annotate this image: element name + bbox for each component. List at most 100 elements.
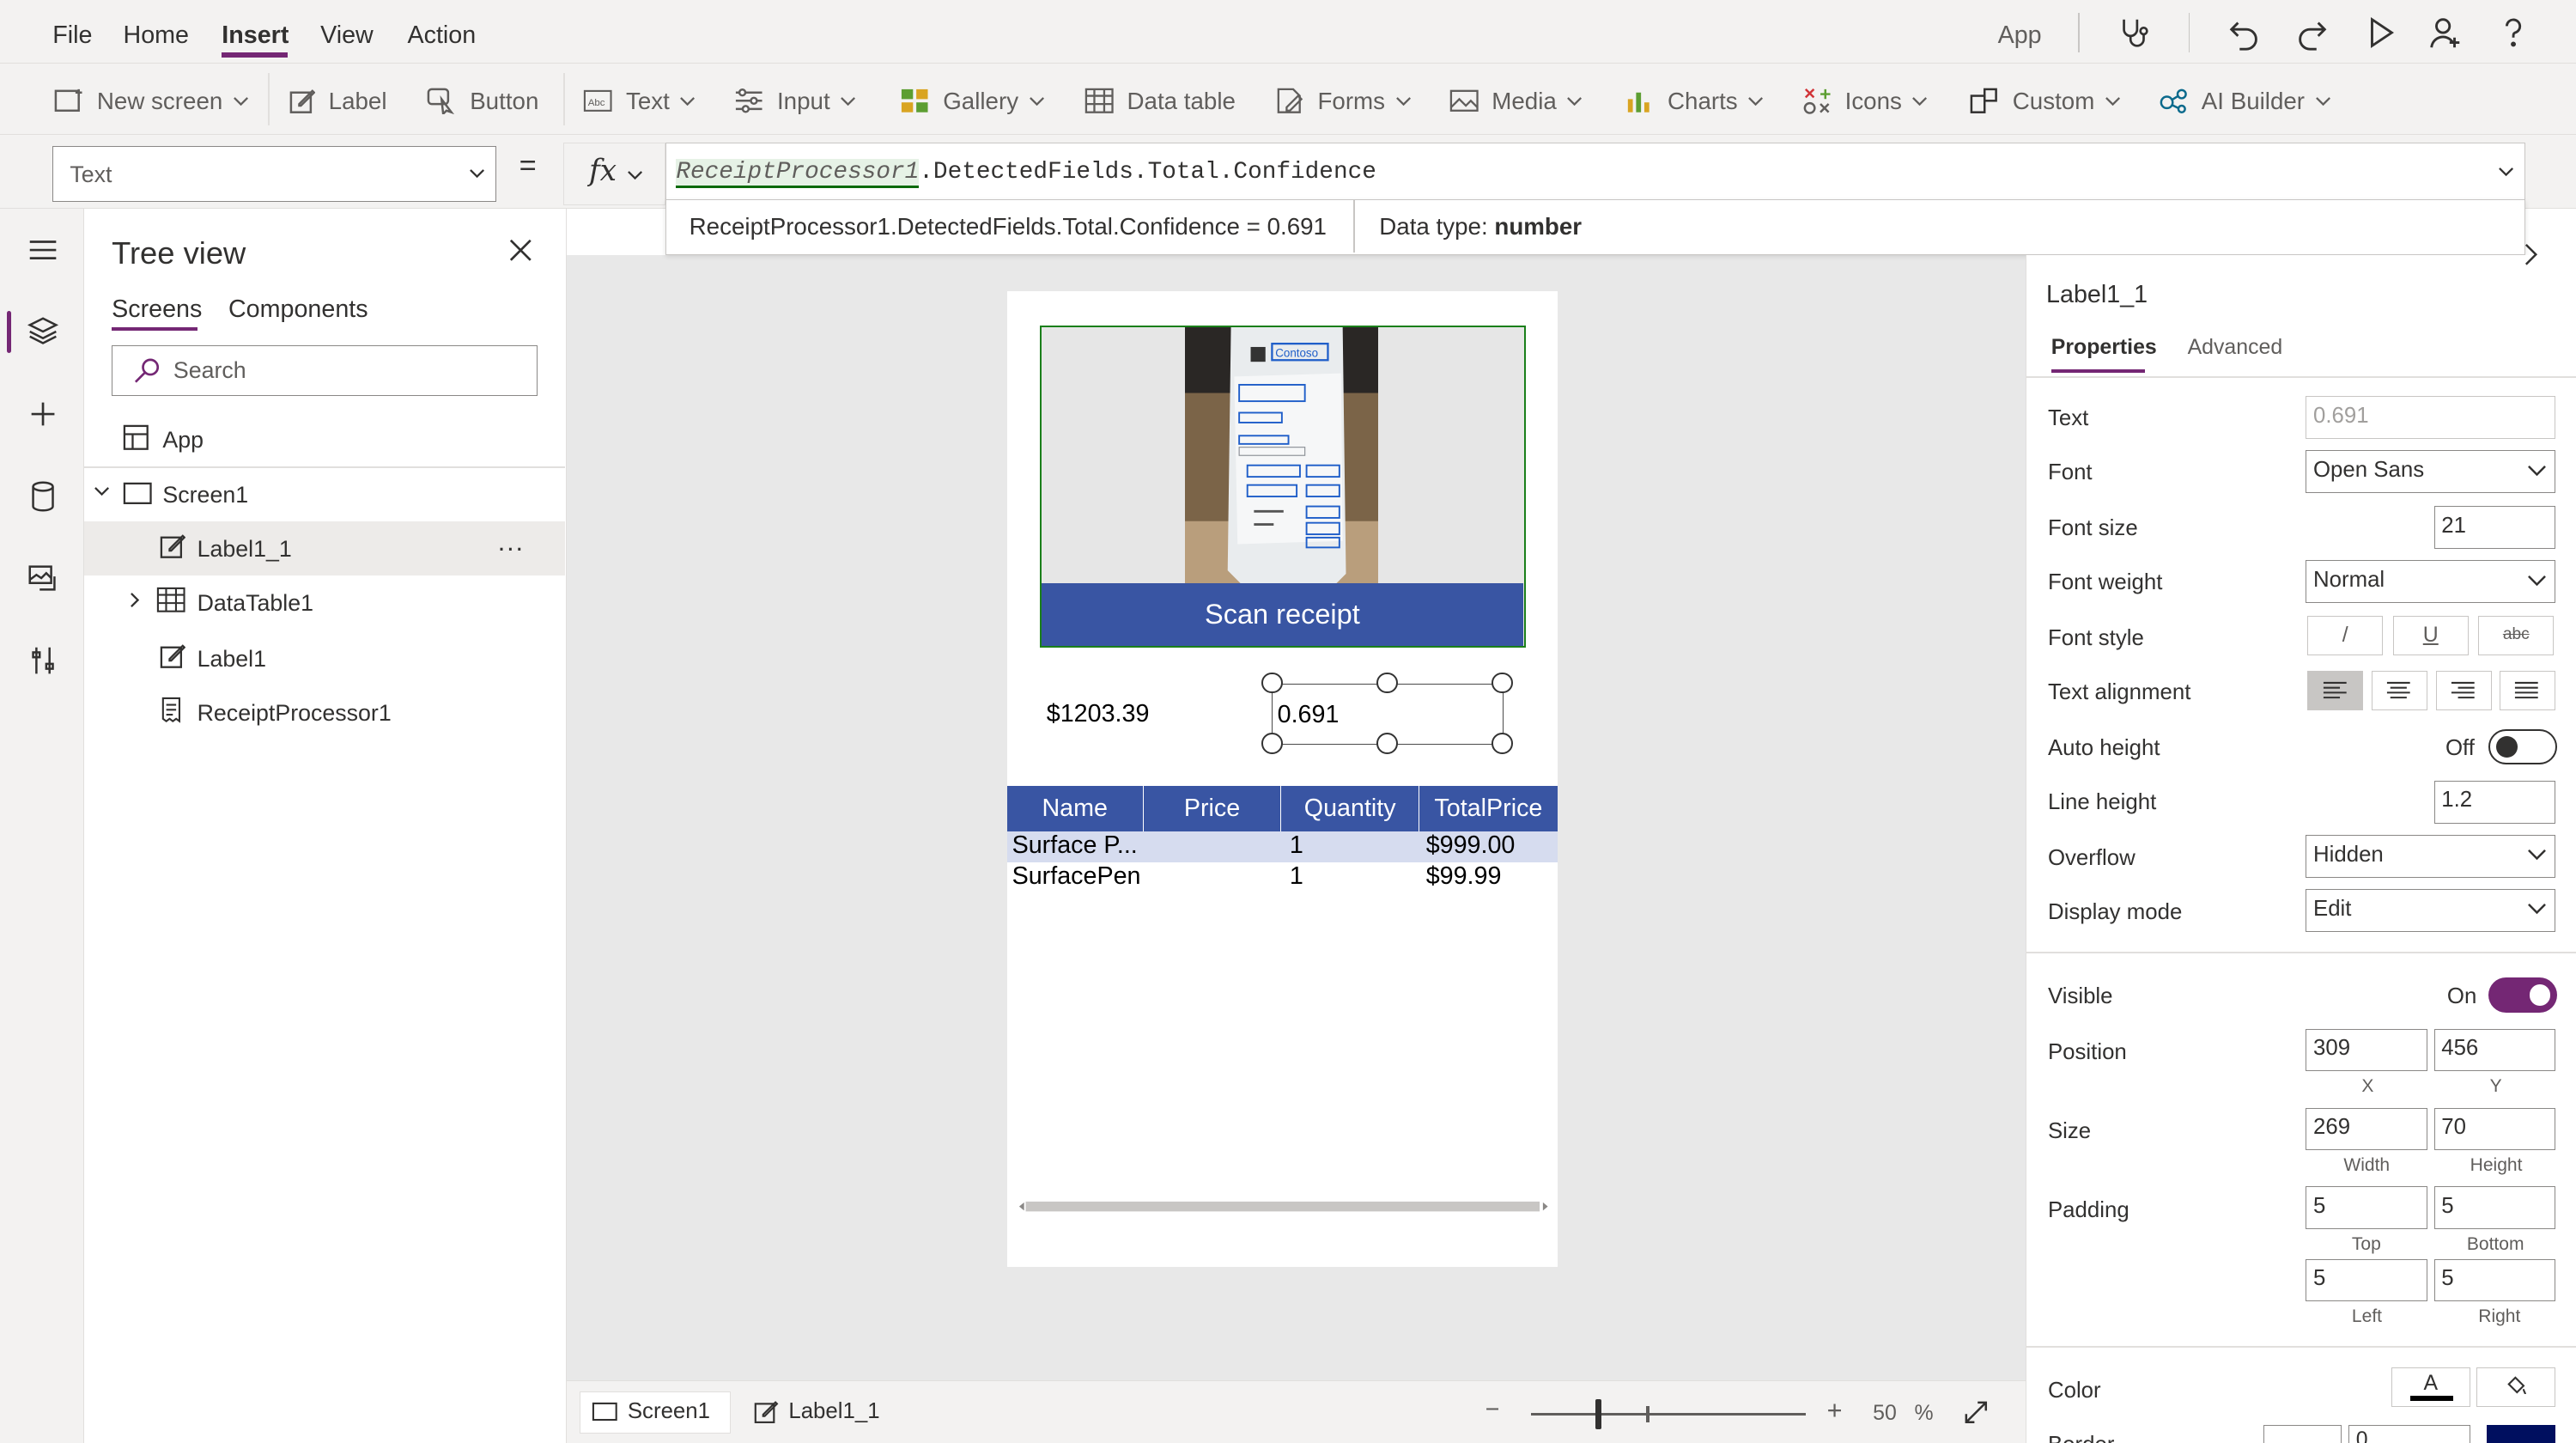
chevron-down-icon[interactable] [94, 486, 110, 496]
advanced-tools-icon[interactable] [25, 642, 61, 679]
padding-right-input[interactable]: 5 [2433, 1258, 2556, 1302]
tab-components[interactable]: Components [228, 295, 368, 324]
share-user-icon[interactable] [2427, 15, 2463, 51]
tree-node-label1[interactable]: Label1 [84, 631, 566, 685]
tree-node-receiptprocessor1[interactable]: ReceiptProcessor1 [84, 685, 566, 740]
plus-icon[interactable] [25, 396, 61, 432]
insert-gallery-button[interactable]: Gallery [900, 85, 1044, 118]
fit-to-window-icon[interactable] [1963, 1399, 1990, 1426]
insert-text-button[interactable]: Abc Text [583, 85, 696, 118]
undo-icon[interactable] [2227, 15, 2263, 51]
font-dropdown[interactable]: Open Sans [2306, 450, 2556, 493]
receipt-processor-control[interactable]: Contoso Scan receipt [1040, 325, 1527, 648]
chevron-right-icon[interactable] [2523, 241, 2539, 268]
auto-height-toggle[interactable] [2488, 729, 2558, 764]
total-amount-label[interactable]: $1203.39 [1047, 700, 1150, 728]
new-screen-button[interactable]: New screen [54, 85, 249, 118]
menu-view[interactable]: View [320, 21, 374, 50]
scan-receipt-button[interactable]: Scan receipt [1042, 583, 1523, 646]
table-horizontal-scrollbar[interactable] [1014, 1200, 1553, 1213]
insert-data-table-button[interactable]: Data table [1084, 85, 1236, 118]
function-button[interactable]: fx [563, 143, 665, 206]
italic-button[interactable]: / [2307, 616, 2384, 656]
play-icon[interactable] [2362, 15, 2398, 51]
close-icon[interactable] [507, 237, 534, 264]
text-color-button[interactable]: A [2391, 1367, 2470, 1407]
align-center-button[interactable] [2371, 670, 2427, 710]
size-width-input[interactable]: 269 [2306, 1107, 2427, 1151]
insert-forms-button[interactable]: Forms [1275, 85, 1412, 118]
align-justify-button[interactable] [2500, 670, 2556, 710]
padding-bottom-input[interactable]: 5 [2433, 1186, 2556, 1230]
strikethrough-button[interactable]: abc [2478, 616, 2555, 656]
breadcrumb-screen1[interactable]: Screen1 [592, 1399, 710, 1424]
more-options-icon[interactable]: ... [498, 527, 525, 557]
border-style-dropdown[interactable] [2263, 1424, 2342, 1443]
hamburger-menu-icon[interactable] [25, 232, 61, 268]
zoom-out-button[interactable]: − [1485, 1396, 1500, 1424]
insert-label-button[interactable]: Label [289, 85, 387, 118]
stethoscope-icon[interactable] [2116, 15, 2152, 51]
zoom-slider[interactable] [1531, 1412, 1806, 1416]
tree-node-label1-1[interactable]: Label1_1 ... [83, 521, 566, 575]
tab-properties[interactable]: Properties [2051, 335, 2157, 360]
edit-label-icon [160, 644, 185, 668]
tree-search-input[interactable]: Search [112, 344, 538, 397]
line-height-input[interactable]: 1.2 [2433, 780, 2556, 824]
table-row[interactable]: SurfacePen 1 $99.99 [1007, 862, 1558, 893]
tree-node-datatable1[interactable]: DataTable1 [84, 575, 566, 630]
media-library-icon[interactable] [25, 560, 61, 596]
help-icon[interactable] [2495, 15, 2531, 51]
insert-icons-button[interactable]: Icons [1802, 85, 1929, 118]
data-table[interactable]: Name Price Quantity TotalPrice Surface P… [1006, 785, 1558, 894]
menu-file[interactable]: File [52, 21, 92, 50]
database-icon[interactable] [25, 478, 61, 514]
insert-input-button[interactable]: Input [734, 85, 856, 118]
app-checker-label[interactable]: App [1998, 21, 2042, 50]
insert-ai-builder-button[interactable]: AI Builder [2159, 85, 2331, 118]
column-header-name[interactable]: Name [1007, 785, 1144, 832]
insert-charts-button[interactable]: Charts [1625, 85, 1764, 118]
padding-top-input[interactable]: 5 [2306, 1186, 2427, 1230]
insert-media-button[interactable]: Media [1449, 85, 1583, 118]
text-value-field[interactable]: 0.691 [2306, 396, 2556, 439]
menu-home[interactable]: Home [123, 21, 189, 50]
border-thickness-input[interactable]: 0 [2348, 1424, 2470, 1443]
chevron-right-icon[interactable] [130, 592, 140, 608]
insert-button-button[interactable]: Button [427, 85, 538, 118]
border-color-swatch[interactable] [2486, 1424, 2556, 1443]
formula-input[interactable]: ReceiptProcessor1.DetectedFields.Total.C… [665, 143, 2525, 206]
display-mode-dropdown[interactable]: Edit [2306, 889, 2556, 932]
menu-action[interactable]: Action [407, 21, 476, 50]
insert-custom-button[interactable]: Custom [1970, 85, 2121, 118]
tree-node-app[interactable]: App [84, 412, 566, 466]
align-left-button[interactable] [2307, 670, 2364, 710]
padding-left-input[interactable]: 5 [2306, 1258, 2427, 1302]
table-row[interactable]: Surface P... 1 $999.00 [1006, 831, 1558, 863]
property-dropdown[interactable]: Text [52, 146, 496, 203]
expand-formula-icon[interactable] [2498, 167, 2514, 177]
zoom-level[interactable]: 50 % [1873, 1401, 1934, 1426]
tab-screens[interactable]: Screens [112, 295, 202, 324]
column-header-quantity[interactable]: Quantity [1281, 785, 1420, 832]
tree-node-screen1[interactable]: Screen1 [84, 466, 566, 521]
menu-insert[interactable]: Insert [222, 21, 289, 50]
zoom-slider-thumb[interactable] [1595, 1399, 1602, 1429]
align-right-button[interactable] [2435, 670, 2492, 710]
overflow-dropdown[interactable]: Hidden [2306, 834, 2556, 878]
visible-toggle[interactable] [2488, 977, 2558, 1013]
breadcrumb-label1-1[interactable]: Label1_1 [754, 1399, 880, 1424]
zoom-in-button[interactable]: + [1827, 1396, 1843, 1426]
tab-advanced[interactable]: Advanced [2188, 335, 2283, 360]
font-size-input[interactable]: 21 [2433, 506, 2556, 550]
layers-icon[interactable] [25, 314, 61, 350]
position-y-input[interactable]: 456 [2433, 1028, 2556, 1072]
underline-button[interactable]: U [2392, 616, 2469, 656]
size-height-input[interactable]: 70 [2433, 1107, 2556, 1151]
position-x-input[interactable]: 309 [2306, 1028, 2427, 1072]
font-weight-dropdown[interactable]: Normal [2306, 560, 2556, 604]
column-header-totalprice[interactable]: TotalPrice [1419, 786, 1558, 832]
column-header-price[interactable]: Price [1144, 785, 1282, 832]
redo-icon[interactable] [2293, 15, 2330, 51]
fill-color-button[interactable] [2476, 1367, 2556, 1407]
